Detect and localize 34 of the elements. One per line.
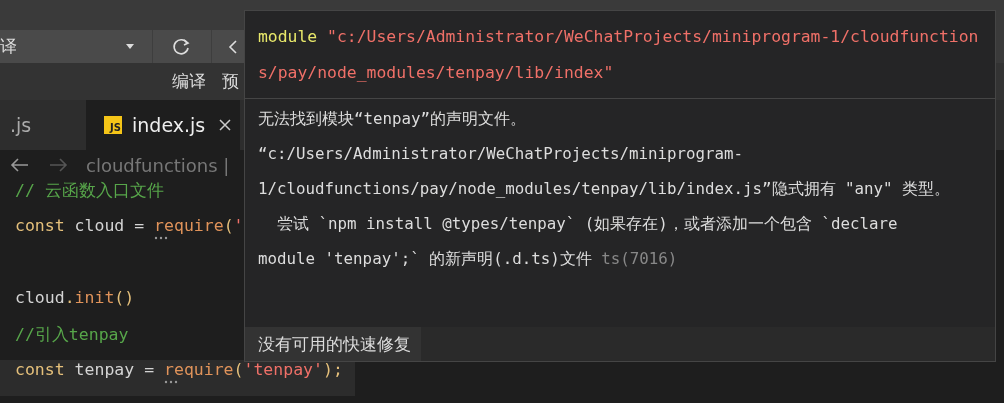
code-token: const [15, 216, 65, 235]
hint-dots-icon [164, 380, 178, 384]
code-token: // 云函数入口文件 [15, 181, 164, 200]
code-token: () [114, 288, 135, 307]
toolbar-button[interactable]: 编译 [168, 70, 210, 93]
code-token: init [74, 288, 115, 307]
caret-icon [125, 44, 134, 49]
build-mode-dropdown[interactable]: 译 [0, 30, 153, 63]
diagnostic-message: “c:/Users/Administrator/WeChatProjects/miniprogram-1/cloudfunctions/pay/node_modules/tenpay/lib/index.js”隐式拥有 "any" 类型。 [258, 143, 952, 200]
code-token: . [64, 288, 75, 307]
quick-fix-status: 没有可用的快速修复 [245, 327, 421, 361]
code-token: ( [223, 216, 234, 235]
hint-dots-icon [154, 236, 169, 240]
code-token: cloud [15, 288, 65, 307]
file-tab[interactable]: JS index.js [86, 100, 240, 150]
code-token: cloud = [73, 216, 146, 235]
back-arrow-icon[interactable] [10, 157, 30, 173]
code-token: ); [323, 360, 343, 379]
diagnostic-message: 无法找到模块“tenpay”的声明文件。 [258, 108, 528, 130]
js-file-icon: JS [104, 116, 122, 134]
code-token: 'tenpay' [243, 360, 323, 379]
module-signature: module "c:/Users/Administrator/WeChatProjects/miniprogram-1/cloudfunctions/pay/node_modules/tenpay/lib/index" [245, 11, 995, 99]
diagnostic-message: 尝试 `npm install @types/tenpay` (如果存在)，或者添加一个包含 `declare module 'tenpay';` 的新声明(.d.ts)文件 ts(7016) [258, 213, 899, 270]
code-token: ( [233, 360, 244, 379]
code-token: const [15, 360, 65, 379]
close-icon[interactable] [219, 119, 232, 131]
toolbar-button[interactable]: 预 [218, 70, 243, 93]
code-token: //引入tenpay [15, 325, 129, 344]
code-token: tenpay = [73, 360, 156, 379]
code-token: require [154, 216, 224, 235]
refresh-icon[interactable] [171, 36, 192, 57]
code-token: ' [233, 216, 244, 235]
breadcrumb-path[interactable]: cloudfunctions | [86, 154, 230, 176]
code-token: require [164, 360, 234, 379]
